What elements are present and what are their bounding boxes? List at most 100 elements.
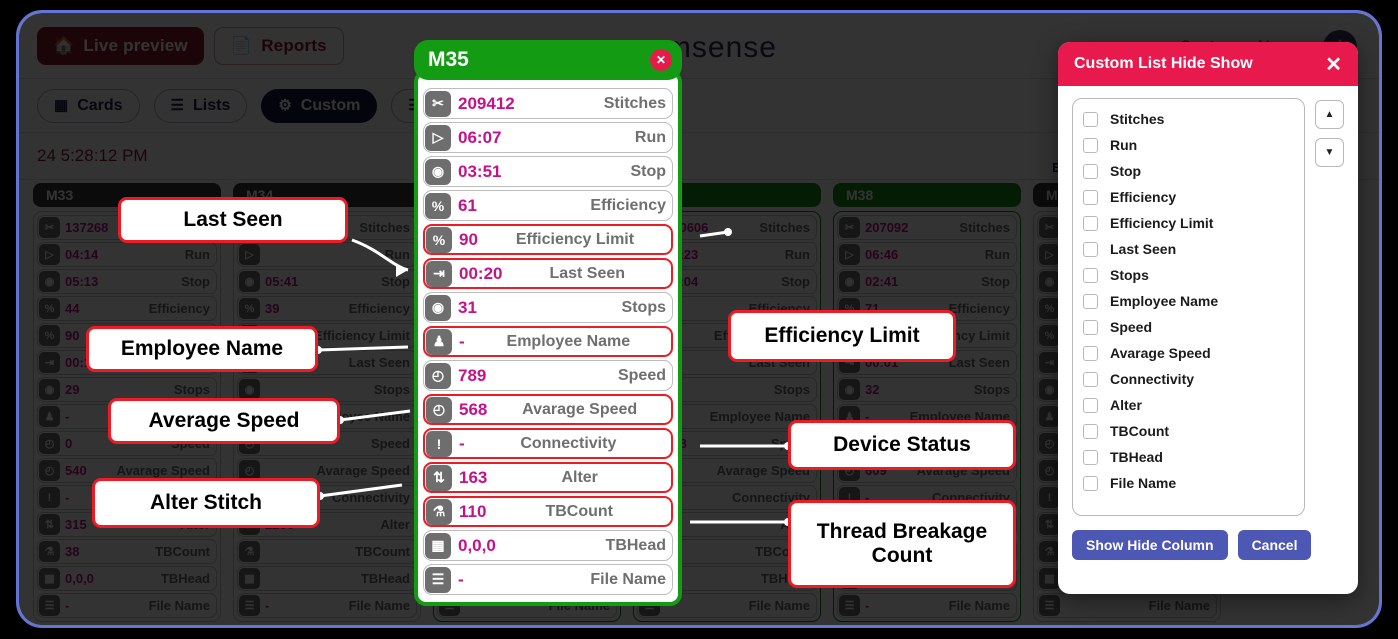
metric-row[interactable]: ◉ 02:41 Stop (837, 269, 1017, 294)
checkbox[interactable] (1083, 293, 1098, 309)
metric-row[interactable]: ◴ 789 Speed (423, 360, 673, 391)
metric-row[interactable]: ⚗ 110 TBCount (423, 496, 673, 527)
close-icon[interactable]: ✕ (650, 49, 672, 71)
metric-value: - (459, 331, 465, 351)
metric-row[interactable]: ▷ 06:46 Run (837, 242, 1017, 267)
metric-label: File Name (1148, 598, 1210, 613)
move-up-button[interactable]: ▲ (1315, 100, 1344, 129)
metric-label: Efficiency (590, 196, 666, 214)
metric-row[interactable]: ◉ 32 Stops (837, 377, 1017, 402)
metric-row[interactable]: ▦ TBHead (237, 566, 417, 591)
metric-row[interactable]: % 90 Efficiency Limit (423, 224, 673, 255)
metric-row[interactable]: ☰ - File Name (423, 564, 673, 595)
column-checkbox-item[interactable]: Stops (1083, 267, 1294, 283)
checkbox[interactable] (1083, 319, 1098, 335)
reports-button[interactable]: 📄 Reports (213, 26, 344, 65)
metric-value: 04:14 (65, 247, 99, 262)
column-checkbox-item[interactable]: Last Seen (1083, 241, 1294, 257)
column-checkbox-item[interactable]: Alter (1083, 397, 1294, 413)
column-checkbox-item[interactable]: Speed (1083, 319, 1294, 335)
metric-row[interactable]: ⇥ 00:20 Last Seen (423, 258, 673, 289)
column-checkbox-item[interactable]: Employee Name (1083, 293, 1294, 309)
metric-row[interactable]: ✂ 207092 Stitches (837, 215, 1017, 240)
metric-row[interactable]: ▷ Run (237, 242, 417, 267)
metric-value: 568 (459, 399, 488, 419)
metric-row[interactable]: ▦ 0,0,0 TBHead (423, 530, 673, 561)
metric-row[interactable]: ☰ - File Name (837, 593, 1017, 618)
column-checkbox-item[interactable]: Stitches (1083, 111, 1294, 127)
column-checkbox-item[interactable]: Efficiency Limit (1083, 215, 1294, 231)
column-checkbox-item[interactable]: Stop (1083, 163, 1294, 179)
metric-row[interactable]: ▷ 04:14 Run (37, 242, 217, 267)
checkbox[interactable] (1083, 397, 1098, 413)
metric-row[interactable]: % 44 Efficiency (37, 296, 217, 321)
metric-value: 39 (265, 301, 280, 316)
metric-row[interactable]: % 61 Efficiency (423, 190, 673, 221)
metric-row[interactable]: ◴ 568 Avarage Speed (423, 394, 673, 425)
last-seen-icon: ⇥ (1039, 352, 1060, 373)
checkbox[interactable] (1083, 215, 1098, 231)
column-checkbox-list: Stitches Run Stop Efficiency Efficiency Limi… (1072, 98, 1305, 516)
metric-row[interactable]: ⇅ 163 Alter (423, 462, 673, 493)
metric-label: Stitches (603, 94, 666, 112)
metric-value: 06:46 (865, 247, 899, 262)
checkbox[interactable] (1083, 137, 1098, 153)
cancel-button[interactable]: Cancel (1237, 530, 1312, 560)
column-label: TBCount (1110, 423, 1170, 439)
metric-label: TBHead (605, 536, 666, 554)
column-checkbox-item[interactable]: TBHead (1083, 449, 1294, 465)
show-hide-column-button[interactable]: Show Hide Column (1072, 530, 1228, 560)
view-mode-label: Cards (77, 96, 123, 114)
file-name-icon: ☰ (239, 595, 260, 616)
close-icon[interactable]: ✕ (1325, 52, 1342, 77)
metric-row[interactable]: ⚗ 38 TBCount (37, 539, 217, 564)
metric-label: Stitches (959, 220, 1010, 235)
metric-row[interactable]: ♟- Employee Name (423, 326, 673, 357)
checkbox[interactable] (1083, 267, 1098, 283)
metric-row[interactable]: ◉ 05:41 Stop (237, 269, 417, 294)
checkbox[interactable] (1083, 163, 1098, 179)
metric-value: - (458, 569, 464, 589)
last-seen-icon: ⇥ (426, 260, 452, 287)
column-checkbox-item[interactable]: Efficiency (1083, 189, 1294, 205)
metric-row[interactable]: ▦ 0,0,0 TBHead (37, 566, 217, 591)
column-checkbox-item[interactable]: TBCount (1083, 423, 1294, 439)
checkbox[interactable] (1083, 475, 1098, 491)
move-down-button[interactable]: ▼ (1315, 138, 1344, 167)
column-label: Employee Name (1110, 293, 1219, 309)
metric-label: TBCount (155, 544, 210, 559)
checkbox[interactable] (1083, 449, 1098, 465)
metric-row[interactable]: ☰ - File Name (237, 593, 417, 618)
view-mode-lists[interactable]: ☰ Lists (153, 88, 248, 123)
checkbox[interactable] (1083, 345, 1098, 361)
metric-row[interactable]: ☰ - File Name (37, 593, 217, 618)
column-checkbox-item[interactable]: File Name (1083, 475, 1294, 491)
metric-row[interactable]: ✂ 209412 Stitches (423, 88, 673, 119)
metric-label: Last Seen (549, 264, 626, 282)
metric-value: 207092 (865, 220, 909, 235)
view-mode-custom[interactable]: ⚙ Custom (261, 88, 378, 123)
grid-icon: ▦ (54, 97, 69, 114)
live-preview-label: Live preview (83, 35, 188, 55)
metric-row[interactable]: ▷ 06:07 Run (423, 122, 673, 153)
metric-row[interactable]: !- Connectivity (423, 428, 673, 459)
view-mode-cards[interactable]: ▦ Cards (37, 88, 140, 123)
checkbox[interactable] (1083, 241, 1098, 257)
metric-row[interactable]: % 39 Efficiency (237, 296, 417, 321)
average-speed-icon: ◴ (39, 460, 60, 481)
metric-row[interactable]: ◉ 03:51 Stop (423, 156, 673, 187)
live-preview-button[interactable]: 🏠 Live preview (37, 26, 204, 65)
metric-row[interactable]: ◉ 31 Stops (423, 292, 673, 323)
metric-row[interactable]: ☰ File Name (1037, 593, 1217, 618)
checkbox[interactable] (1083, 371, 1098, 387)
column-checkbox-item[interactable]: Connectivity (1083, 371, 1294, 387)
metric-row[interactable]: ⚗ TBCount (237, 539, 417, 564)
checkbox[interactable] (1083, 423, 1098, 439)
checkbox[interactable] (1083, 111, 1098, 127)
checkbox[interactable] (1083, 189, 1098, 205)
metric-value: 540 (65, 463, 87, 478)
tbcount-icon: ⚗ (39, 541, 60, 562)
metric-row[interactable]: ◉ 05:13 Stop (37, 269, 217, 294)
column-checkbox-item[interactable]: Run (1083, 137, 1294, 153)
column-checkbox-item[interactable]: Avarage Speed (1083, 345, 1294, 361)
